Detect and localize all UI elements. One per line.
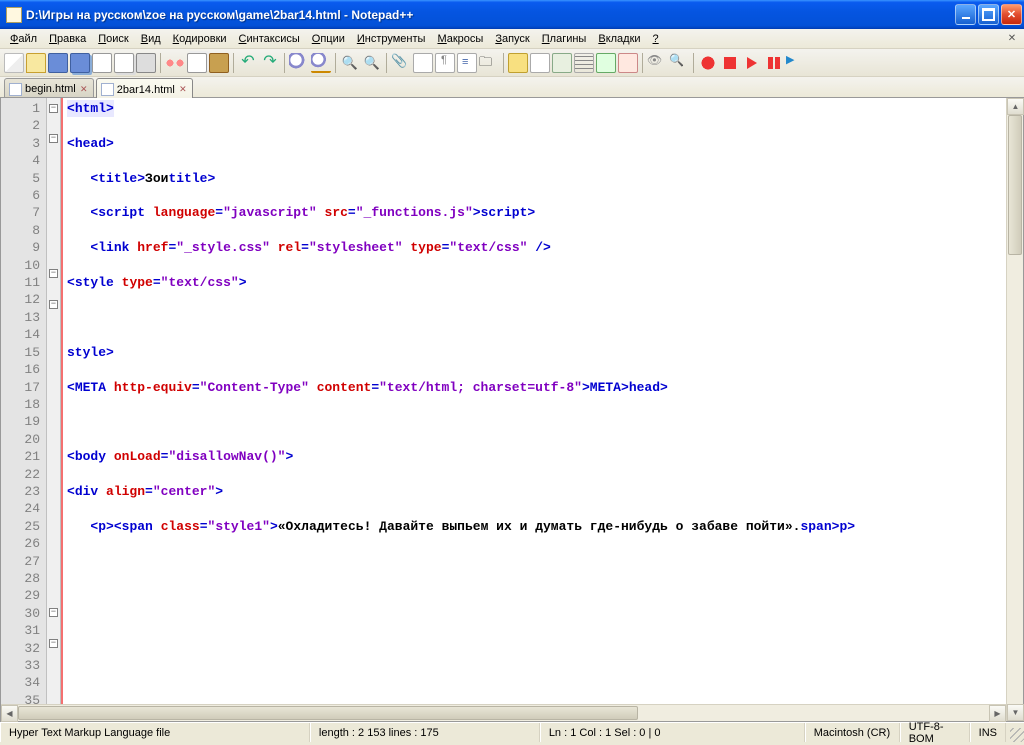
menu-run[interactable]: Запуск xyxy=(489,31,535,47)
scroll-thumb[interactable] xyxy=(18,706,638,720)
uncomment-icon[interactable] xyxy=(618,53,638,73)
tab-label: begin.html xyxy=(25,83,76,95)
mdi-close-icon[interactable]: ✕ xyxy=(1004,32,1020,46)
record-macro-icon[interactable] xyxy=(698,53,718,73)
status-length: length : 2 153 lines : 175 xyxy=(310,723,540,742)
scroll-left-icon[interactable]: ◀ xyxy=(1,705,18,722)
resize-grip-icon[interactable] xyxy=(1006,724,1024,742)
menu-edit[interactable]: Правка xyxy=(43,31,92,47)
menu-syntax[interactable]: Синтаксисы xyxy=(233,31,306,47)
zoom-in-icon[interactable] xyxy=(340,53,360,73)
close-button[interactable]: ✕ xyxy=(1001,4,1022,25)
status-insert-mode[interactable]: INS xyxy=(970,723,1006,742)
comment-icon[interactable] xyxy=(596,53,616,73)
window-title: D:\Игры на русском\zoe на русском\game\2… xyxy=(26,8,955,22)
toolbar-separator xyxy=(160,53,161,73)
toolbar-separator xyxy=(386,53,387,73)
file-icon xyxy=(101,83,114,96)
toolbar-separator xyxy=(284,53,285,73)
maximize-button[interactable] xyxy=(978,4,999,25)
show-symbol-icon[interactable] xyxy=(669,53,689,73)
menubar: Файл Правка Поиск Вид Кодировки Синтакси… xyxy=(0,29,1024,49)
status-eol[interactable]: Macintosh (CR) xyxy=(805,723,900,742)
tabbar: begin.html ✕ 2bar14.html ✕ xyxy=(0,77,1024,98)
new-file-icon[interactable] xyxy=(4,53,24,73)
print-icon[interactable] xyxy=(136,53,156,73)
undo-icon[interactable] xyxy=(238,53,258,73)
function-list-icon[interactable] xyxy=(508,53,528,73)
tab-2bar14-html[interactable]: 2bar14.html ✕ xyxy=(96,78,193,98)
tab-close-icon[interactable]: ✕ xyxy=(178,85,188,95)
toolbar-separator xyxy=(233,53,234,73)
file-icon xyxy=(9,83,22,96)
menu-view[interactable]: Вид xyxy=(135,31,167,47)
save-all-icon[interactable] xyxy=(70,53,90,73)
app-icon xyxy=(6,7,22,23)
stop-macro-icon[interactable] xyxy=(720,53,740,73)
menu-help[interactable]: ? xyxy=(647,31,665,47)
minimize-button[interactable] xyxy=(955,4,976,25)
toolbar-separator xyxy=(642,53,643,73)
code-content[interactable]: <html> <head> <title>Зоиtitle> <script l… xyxy=(63,98,1006,721)
scroll-down-icon[interactable]: ▼ xyxy=(1007,704,1024,721)
menu-macro[interactable]: Макросы xyxy=(431,31,489,47)
vertical-scrollbar[interactable]: ▲ ▼ xyxy=(1006,98,1023,721)
fold-column[interactable]: −−−−−− xyxy=(47,98,61,721)
toolbar-separator xyxy=(503,53,504,73)
scroll-thumb[interactable] xyxy=(1008,115,1022,255)
line-number-gutter: 1234567891011121314151617181920212223242… xyxy=(1,98,47,721)
close-file-icon[interactable] xyxy=(92,53,112,73)
menu-plugins[interactable]: Плагины xyxy=(536,31,593,47)
play-multi-icon[interactable] xyxy=(764,53,784,73)
tab-begin-html[interactable]: begin.html ✕ xyxy=(4,78,94,97)
find-icon[interactable] xyxy=(289,53,309,73)
scroll-up-icon[interactable]: ▲ xyxy=(1007,98,1024,115)
tab-close-icon[interactable]: ✕ xyxy=(79,84,89,94)
user-lang-icon[interactable] xyxy=(479,53,499,73)
copy-icon[interactable] xyxy=(187,53,207,73)
menu-tabs[interactable]: Вкладки xyxy=(592,31,646,47)
status-position: Ln : 1 Col : 1 Sel : 0 | 0 xyxy=(540,723,805,742)
play-macro-icon[interactable] xyxy=(742,53,762,73)
redo-icon[interactable] xyxy=(260,53,280,73)
sync-scroll-icon[interactable] xyxy=(391,53,411,73)
menu-tools[interactable]: Инструменты xyxy=(351,31,432,47)
fold-all-icon[interactable] xyxy=(552,53,572,73)
titlebar: D:\Игры на русском\zoe на русском\game\2… xyxy=(0,0,1024,29)
close-all-icon[interactable] xyxy=(114,53,134,73)
status-filetype: Hyper Text Markup Language file xyxy=(0,723,310,742)
menu-file[interactable]: Файл xyxy=(4,31,43,47)
statusbar: Hyper Text Markup Language file length :… xyxy=(0,722,1024,742)
zoom-out-icon[interactable] xyxy=(362,53,382,73)
replace-icon[interactable] xyxy=(311,53,331,73)
save-icon[interactable] xyxy=(48,53,68,73)
indent-guide-icon[interactable] xyxy=(457,53,477,73)
tab-label: 2bar14.html xyxy=(117,84,175,96)
status-encoding[interactable]: UTF-8-BOM xyxy=(900,723,970,742)
paste-icon[interactable] xyxy=(209,53,229,73)
open-file-icon[interactable] xyxy=(26,53,46,73)
toolbar-separator xyxy=(335,53,336,73)
monitor-icon[interactable] xyxy=(647,53,667,73)
scroll-right-icon[interactable]: ▶ xyxy=(989,705,1006,722)
doc-list-icon[interactable] xyxy=(574,53,594,73)
horizontal-scrollbar[interactable]: ◀ ▶ xyxy=(1,704,1006,721)
menu-encoding[interactable]: Кодировки xyxy=(167,31,233,47)
toolbar-separator xyxy=(693,53,694,73)
word-wrap-icon[interactable] xyxy=(413,53,433,73)
save-macro-icon[interactable] xyxy=(786,53,806,73)
editor[interactable]: 1234567891011121314151617181920212223242… xyxy=(0,98,1024,722)
cut-icon[interactable] xyxy=(165,53,185,73)
menu-search[interactable]: Поиск xyxy=(92,31,134,47)
doc-map-icon[interactable] xyxy=(530,53,550,73)
show-whitespace-icon[interactable] xyxy=(435,53,455,73)
menu-options[interactable]: Опции xyxy=(306,31,351,47)
toolbar xyxy=(0,49,1024,77)
